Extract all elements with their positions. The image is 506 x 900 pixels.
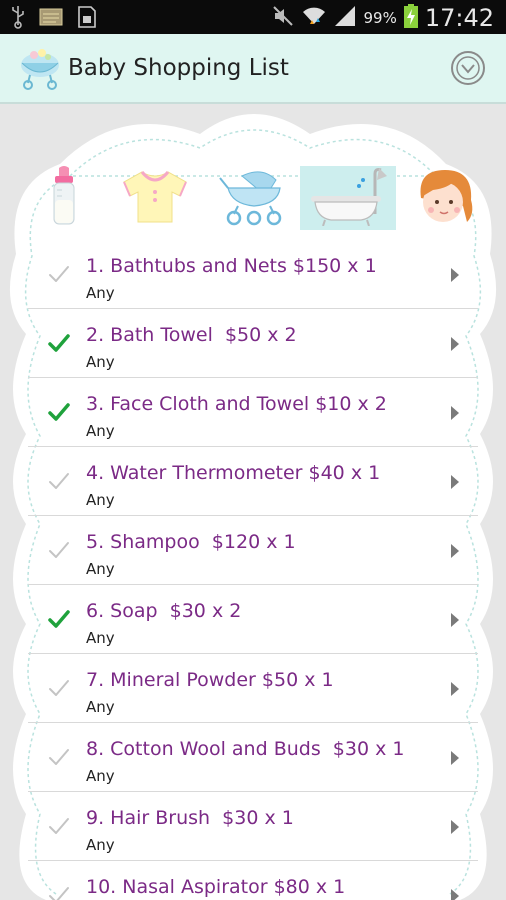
- item-title: 8. Cotton Wool and Buds $30 x 1: [86, 738, 405, 760]
- list-item[interactable]: 4. Water Thermometer $40 x 1 Any: [28, 447, 478, 516]
- list-item[interactable]: 7. Mineral Powder $50 x 1 Any: [28, 654, 478, 723]
- checkmark-icon[interactable]: [48, 609, 70, 629]
- screenshot-icon: [76, 5, 98, 33]
- wifi-icon: [301, 4, 327, 32]
- checkmark-icon[interactable]: [48, 747, 70, 767]
- list-item[interactable]: 10. Nasal Aspirator $80 x 1: [28, 861, 478, 900]
- stroller-icon: [218, 166, 288, 230]
- chevron-right-icon[interactable]: [450, 267, 460, 282]
- sd-card-icon: [38, 6, 64, 32]
- item-brand: Any: [86, 284, 115, 302]
- list-item[interactable]: 9. Hair Brush $30 x 1 Any: [28, 792, 478, 861]
- item-brand: Any: [86, 353, 115, 371]
- app-title: Baby Shopping List: [68, 55, 289, 81]
- action-bar: Baby Shopping List: [0, 34, 506, 104]
- chevron-right-icon[interactable]: [450, 543, 460, 558]
- baby-carriage-icon[interactable]: [18, 45, 62, 91]
- chevron-right-icon[interactable]: [450, 336, 460, 351]
- chevron-right-icon[interactable]: [450, 750, 460, 765]
- checkmark-icon[interactable]: [48, 402, 70, 422]
- list-item[interactable]: 3. Face Cloth and Towel $10 x 2 Any: [28, 378, 478, 447]
- status-time: 17:42: [424, 4, 494, 32]
- chevron-right-icon[interactable]: [450, 819, 460, 834]
- baby-shirt-icon: [120, 166, 190, 230]
- bathtub-icon: [303, 166, 393, 230]
- baby-face-icon: [413, 166, 477, 230]
- item-brand: Any: [86, 698, 115, 716]
- item-title: 4. Water Thermometer $40 x 1: [86, 462, 381, 484]
- chevron-right-icon[interactable]: [450, 888, 460, 900]
- checkmark-icon[interactable]: [48, 678, 70, 698]
- usb-icon: [10, 5, 26, 33]
- dropdown-circle-icon[interactable]: [450, 50, 486, 86]
- category-bar: [40, 166, 480, 230]
- item-brand: Any: [86, 629, 115, 647]
- item-brand: Any: [86, 422, 115, 440]
- item-title: 1. Bathtubs and Nets $150 x 1: [86, 255, 377, 277]
- item-title: 3. Face Cloth and Towel $10 x 2: [86, 393, 387, 415]
- battery-percent: 99%: [363, 9, 397, 27]
- checkmark-icon[interactable]: [48, 264, 70, 284]
- item-title: 5. Shampoo $120 x 1: [86, 531, 296, 553]
- checkmark-icon[interactable]: [48, 816, 70, 836]
- category-feeding[interactable]: [40, 166, 88, 230]
- signal-icon: [333, 4, 357, 32]
- item-brand: Any: [86, 491, 115, 509]
- list-item[interactable]: 2. Bath Towel $50 x 2 Any: [28, 309, 478, 378]
- category-baby[interactable]: [410, 166, 480, 230]
- item-title: 2. Bath Towel $50 x 2: [86, 324, 297, 346]
- list-item[interactable]: 6. Soap $30 x 2 Any: [28, 585, 478, 654]
- shopping-list: 1. Bathtubs and Nets $150 x 1 Any 2. Bath …: [28, 240, 478, 900]
- mute-icon: [271, 4, 295, 32]
- item-brand: Any: [86, 560, 115, 578]
- item-brand: Any: [86, 836, 115, 854]
- category-clothing[interactable]: [118, 166, 192, 230]
- chevron-right-icon[interactable]: [450, 474, 460, 489]
- chevron-right-icon[interactable]: [450, 405, 460, 420]
- list-item[interactable]: 1. Bathtubs and Nets $150 x 1 Any: [28, 240, 478, 309]
- battery-charging-icon: [403, 3, 419, 33]
- baby-bottle-icon: [49, 166, 79, 230]
- checkmark-icon[interactable]: [48, 540, 70, 560]
- item-title: 9. Hair Brush $30 x 1: [86, 807, 294, 829]
- list-item[interactable]: 8. Cotton Wool and Buds $30 x 1 Any: [28, 723, 478, 792]
- category-travel[interactable]: [218, 166, 288, 230]
- item-title: 7. Mineral Powder $50 x 1: [86, 669, 334, 691]
- checkmark-icon[interactable]: [48, 471, 70, 491]
- item-brand: Any: [86, 767, 115, 785]
- checkmark-icon[interactable]: [48, 885, 70, 900]
- category-bathing[interactable]: [300, 166, 396, 230]
- chevron-right-icon[interactable]: [450, 681, 460, 696]
- chevron-right-icon[interactable]: [450, 612, 460, 627]
- checkmark-icon[interactable]: [48, 333, 70, 353]
- status-bar: 99% 17:42: [0, 0, 506, 34]
- list-item[interactable]: 5. Shampoo $120 x 1 Any: [28, 516, 478, 585]
- item-title: 10. Nasal Aspirator $80 x 1: [86, 876, 346, 898]
- item-title: 6. Soap $30 x 2: [86, 600, 242, 622]
